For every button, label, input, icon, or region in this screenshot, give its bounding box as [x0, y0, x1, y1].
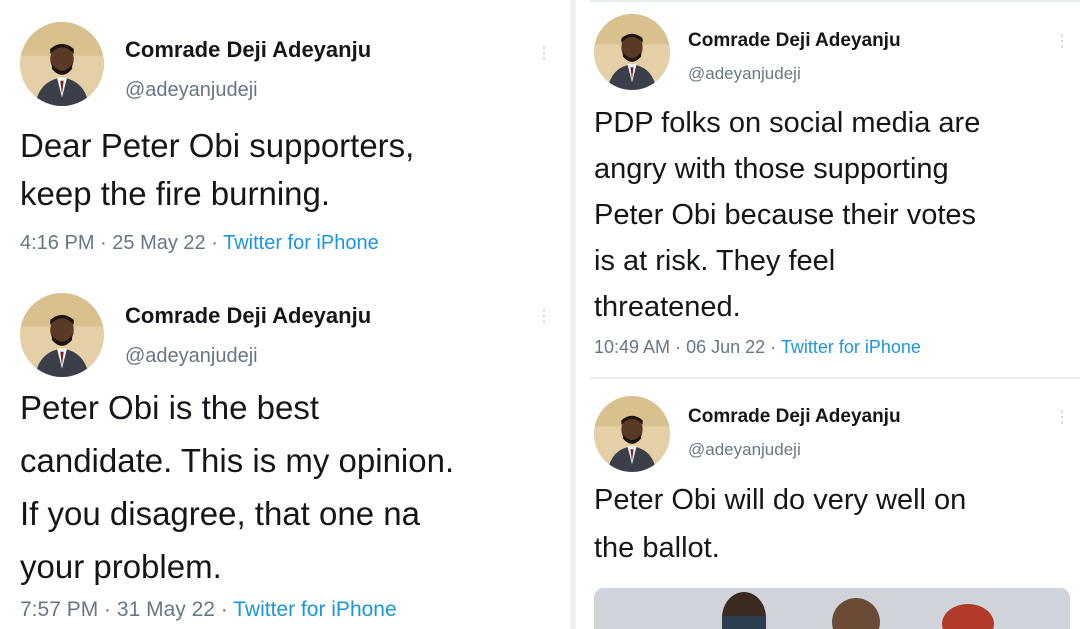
tweet-date[interactable]: 31 May 22 [117, 598, 215, 621]
tweet-text-line: Peter Obi will do very well on [594, 484, 967, 516]
tweet-text-line: If you disagree, that one na [20, 495, 420, 532]
tweet-text-line: Peter Obi is the best [20, 389, 319, 426]
tweet-text: Dear Peter Obi supporters, keep the fire… [20, 122, 414, 218]
tweet-text-line: candidate. This is my opinion. [20, 442, 455, 479]
tweet-date[interactable]: 06 Jun 22 [686, 337, 765, 357]
tweet-time[interactable]: 7:57 PM [20, 598, 98, 621]
tweet-text: Peter Obi will do very well on the ballo… [594, 476, 966, 572]
profile-photo [20, 293, 104, 377]
avatar[interactable] [20, 22, 104, 106]
author-name[interactable]: Comrade Deji Adeyanju [688, 406, 901, 428]
author-handle[interactable]: @adeyanjudeji [125, 345, 258, 368]
more-options-icon[interactable]: ⋮ [536, 309, 552, 325]
tweet-text-line: Dear Peter Obi supporters, [20, 127, 415, 164]
tweet-text-line: is at risk. They feel [594, 245, 836, 277]
profile-photo [20, 22, 104, 106]
tweet-meta: 4:16 PM · 25 May 22 · Twitter for iPhone [20, 232, 379, 254]
tweet-text-line: threatened. [594, 291, 741, 323]
more-options-icon[interactable]: ⋮ [1054, 410, 1070, 426]
tweet-source[interactable]: Twitter for iPhone [223, 232, 379, 254]
author-name[interactable]: Comrade Deji Adeyanju [688, 30, 901, 52]
author-handle[interactable]: @adeyanjudeji [125, 79, 258, 102]
avatar[interactable] [594, 14, 670, 90]
profile-photo [594, 14, 670, 90]
tweet-meta: 10:49 AM · 06 Jun 22 · Twitter for iPhon… [594, 337, 921, 357]
tweet-text-line: PDP folks on social media are [594, 107, 981, 139]
tweet-divider [590, 0, 1080, 2]
tweet-date[interactable]: 25 May 22 [112, 232, 205, 254]
more-options-icon[interactable]: ⋮ [1054, 34, 1070, 50]
author-name[interactable]: Comrade Deji Adeyanju [125, 37, 371, 63]
tweet-text: PDP folks on social media are angry with… [594, 100, 980, 330]
media-photo [594, 588, 1070, 629]
tweet-text-line: Peter Obi because their votes [594, 199, 977, 231]
tweet-time[interactable]: 4:16 PM [20, 232, 94, 254]
avatar[interactable] [20, 293, 104, 377]
tweet-source[interactable]: Twitter for iPhone [233, 598, 396, 621]
avatar[interactable] [594, 396, 670, 472]
author-name[interactable]: Comrade Deji Adeyanju [125, 303, 371, 329]
tweet-divider [590, 377, 1080, 379]
tweet-text-line: angry with those supporting [594, 153, 949, 185]
tweet-text-line: your problem. [20, 548, 222, 585]
tweet-media-image[interactable] [594, 588, 1070, 629]
column-divider [570, 0, 576, 629]
more-options-icon[interactable]: ⋮ [536, 46, 552, 62]
tweet-text-line: keep the fire burning. [20, 175, 331, 212]
tweet-text-line: the ballot. [594, 532, 720, 564]
author-handle[interactable]: @adeyanjudeji [688, 440, 801, 460]
tweet-text: Peter Obi is the best candidate. This is… [20, 381, 454, 593]
author-handle[interactable]: @adeyanjudeji [688, 64, 801, 84]
tweet-meta: 7:57 PM · 31 May 22 · Twitter for iPhone [20, 598, 397, 621]
profile-photo [594, 396, 670, 472]
tweet-time[interactable]: 10:49 AM [594, 337, 670, 357]
tweet-source[interactable]: Twitter for iPhone [781, 337, 921, 357]
